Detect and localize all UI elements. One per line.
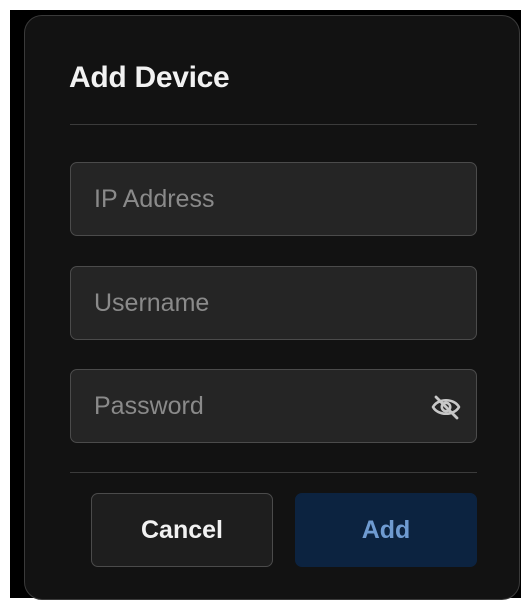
password-input[interactable] [71, 370, 476, 442]
footer-divider [70, 472, 477, 473]
ip-address-field [70, 162, 477, 236]
password-field [70, 369, 477, 443]
dialog-backdrop: Add Device Cancel Add [10, 10, 521, 600]
eye-off-icon[interactable] [430, 394, 462, 420]
header-divider [70, 124, 477, 125]
cancel-button[interactable]: Cancel [91, 493, 273, 567]
ip-address-input[interactable] [71, 163, 476, 235]
add-button[interactable]: Add [295, 493, 477, 567]
username-field [70, 266, 477, 340]
username-input[interactable] [71, 267, 476, 339]
dialog-title: Add Device [69, 61, 230, 94]
add-device-dialog: Add Device Cancel Add [24, 15, 520, 600]
